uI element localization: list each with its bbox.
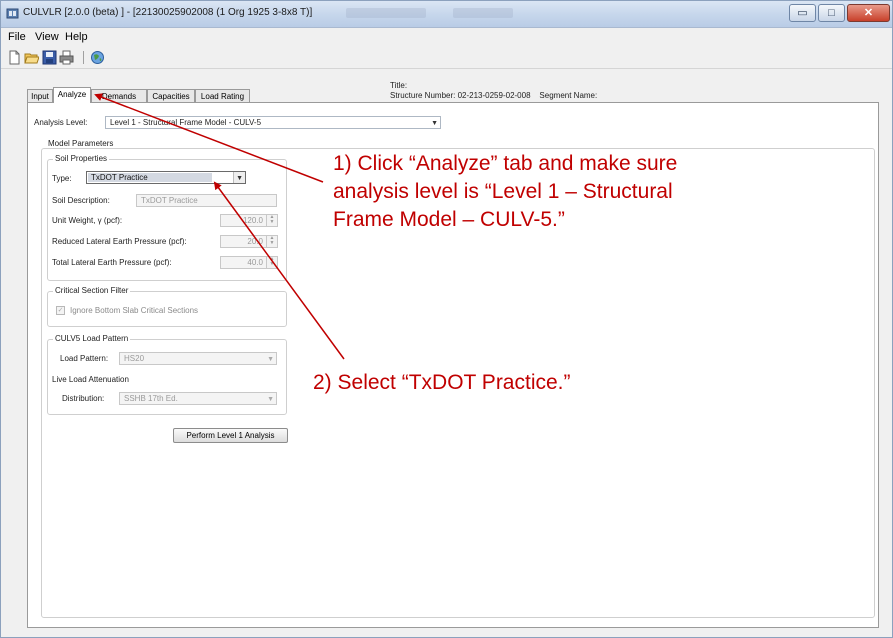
annotation-arrows — [94, 93, 345, 360]
arrow-to-analyze-tab — [94, 93, 324, 183]
application-window: CULVLR [2.0.0 (beta) ] - [22130025902008… — [0, 0, 893, 638]
arrow-to-soil-type — [213, 181, 345, 360]
tab-analyze[interactable]: Analyze — [53, 87, 91, 103]
